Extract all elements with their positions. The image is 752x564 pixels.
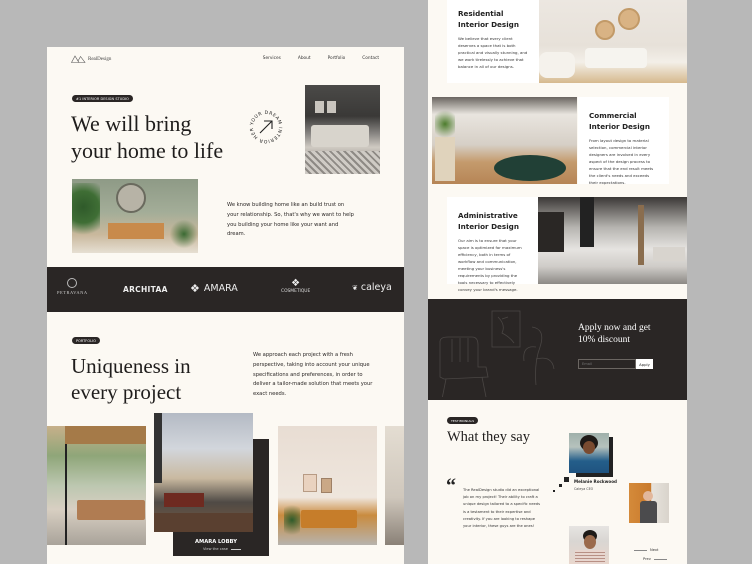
nav-item-services[interactable]: Services (263, 56, 281, 61)
portfolio-photo-1[interactable] (47, 426, 146, 545)
cta-title-line2: 10% discount (578, 335, 630, 345)
diamond-cluster-icon: ❖ (291, 278, 301, 289)
testimonial-quote: The RealDesign studio did an exceptional… (463, 488, 540, 529)
partner-logos-strip: PETRAVANA ARCHITAA ❖ AMARA ❖ COSMETIQUE … (47, 267, 404, 312)
arrow-up-right-icon (259, 120, 273, 134)
service-title: Commercial Interior Design (589, 111, 650, 131)
testimonials-badge: TESTIMONIALS (447, 417, 479, 424)
featured-project-title: AMARA LOBBY (195, 539, 237, 545)
cta-title-line1: Apply now and get (578, 323, 651, 333)
testimonial-avatar-2[interactable] (629, 483, 669, 523)
hero-title-line2: your home to life (71, 138, 224, 163)
hero-title-line1: We will bring (71, 111, 192, 136)
portfolio-title-line1: Uniqueness in (71, 354, 191, 378)
nav-item-contact[interactable]: Contact (362, 56, 379, 61)
partner-logo-architaa: ARCHITAA (123, 285, 168, 294)
partner-logo-petravana: PETRAVANA (57, 278, 87, 295)
portfolio-photo-4[interactable] (385, 426, 404, 545)
testimonial-avatar-melanie[interactable] (569, 433, 609, 473)
circular-text-badge: YOUR DREAM INTERIOR HERE (246, 105, 283, 144)
logo[interactable]: RealDesign (71, 55, 111, 63)
service-description: Our aim is to ensure that your space is … (458, 238, 522, 292)
portfolio-title-line2: every project (71, 380, 182, 404)
portfolio-photo-3[interactable] (278, 426, 377, 545)
cta-title: Apply now and get 10% discount (578, 322, 651, 346)
living-room-photo (72, 179, 198, 253)
top-nav: Services About Portfolio Contact (246, 56, 379, 61)
caleya-leaf-icon: ❦ (352, 283, 358, 292)
service-card-administrative: Administrative Interior Design Our aim i… (447, 197, 538, 292)
decorative-dot (553, 490, 555, 492)
hero-description: We know building home like an build trus… (227, 202, 354, 238)
testimonial-name: Melanie Rockwood (574, 479, 617, 484)
commercial-photo (432, 97, 577, 184)
logo-mountain-icon (71, 55, 86, 63)
testimonial-role: Caleya CEO (574, 487, 594, 491)
service-card-commercial: Commercial Interior Design From layout d… (578, 97, 669, 185)
landing-page-main: RealDesign Services About Portfolio Cont… (47, 47, 404, 564)
decorative-dot (559, 484, 562, 487)
service-description: From layout design to material selection… (589, 138, 654, 185)
nav-item-about[interactable]: About (298, 56, 311, 61)
prev-button[interactable]: Prev (643, 557, 667, 561)
testimonials-title: What they say (447, 429, 530, 445)
svg-text:YOUR DREAM INTERIOR HERE: YOUR DREAM INTERIOR HERE (248, 109, 283, 144)
next-button[interactable]: Next (634, 548, 658, 552)
partner-logo-amara: ❖ AMARA (190, 282, 238, 295)
portfolio-title: Uniqueness in every project (71, 353, 191, 405)
hero-title: We will bring your home to life (71, 110, 223, 164)
service-card-residential: Residential Interior Design We believe t… (447, 0, 539, 83)
brand-name: RealDesign (88, 56, 112, 62)
administrative-photo (538, 197, 687, 284)
hero-badge: #1 INTERIOR DESIGN STUDIO (72, 95, 133, 102)
petravana-emblem-icon (67, 278, 77, 288)
portfolio-description: We approach each project with a fresh pe… (253, 352, 373, 398)
service-title: Residential Interior Design (458, 9, 519, 29)
view-case-link[interactable]: View the case (203, 547, 241, 551)
quote-mark-icon: “ (446, 475, 456, 497)
discount-cta-section: Apply now and get 10% discount Apply (428, 299, 687, 400)
partner-logo-cosmetique: ❖ COSMETIQUE (281, 278, 311, 294)
amara-lobby-photo[interactable] (154, 413, 253, 532)
service-title: Administrative Interior Design (458, 211, 519, 231)
diamond-cluster-icon: ❖ (190, 282, 200, 295)
landing-page-continued: Residential Interior Design We believe t… (428, 0, 687, 564)
circle-cta-button[interactable]: YOUR DREAM INTERIOR HERE (246, 105, 284, 145)
bedroom-photo (305, 85, 380, 174)
residential-photo (539, 0, 687, 83)
apply-button[interactable]: Apply (636, 359, 653, 369)
decorative-dot (564, 477, 569, 482)
testimonial-avatar-3[interactable] (569, 526, 609, 564)
nav-item-portfolio[interactable]: Portfolio (328, 56, 346, 61)
partner-logo-caleya: ❦ caleya (352, 282, 392, 293)
portfolio-badge: PORTFOLIO (72, 337, 100, 344)
service-description: We believe that every client deserves a … (458, 36, 528, 69)
email-input[interactable] (578, 359, 636, 369)
chair-plant-illustration (439, 310, 555, 397)
